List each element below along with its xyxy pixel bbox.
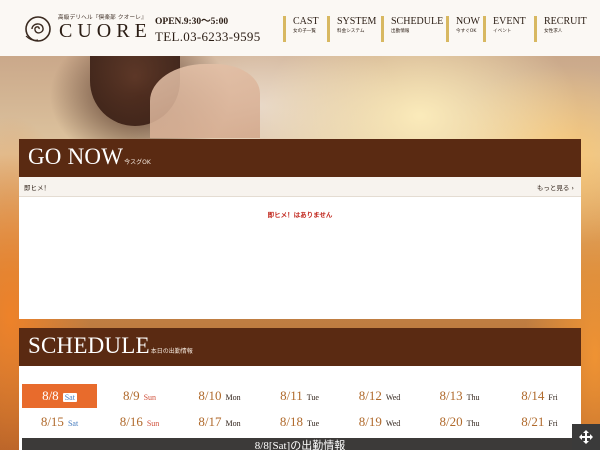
nav-item-now[interactable]: NOW 今すぐOK — [446, 16, 480, 42]
nav-label: SYSTEM — [337, 16, 377, 27]
date-tab-8-17[interactable]: 8/17 Mon — [182, 410, 257, 434]
date-label: 8/20 — [439, 414, 463, 429]
empty-message: 即ヒメ！はありません — [267, 211, 333, 219]
weekday-label: Thu — [466, 393, 480, 402]
date-label: 8/21 — [521, 414, 545, 429]
weekday-label: Fri — [548, 393, 558, 402]
schedule-info-bar: 8/8[Sat]の出勤情報 — [22, 438, 578, 450]
date-tab-8-8[interactable]: 8/8 Sat — [22, 384, 97, 408]
logo-name: CUORE — [59, 20, 152, 42]
nav-label: EVENT — [493, 16, 526, 27]
opening-hours: OPEN.9:30〜5:00 — [155, 17, 229, 27]
go-now-title-text: GO NOW — [28, 144, 124, 169]
more-link[interactable]: もっと見る › — [537, 182, 574, 192]
date-tab-8-16[interactable]: 8/16 Sun — [102, 410, 177, 434]
nav-item-cast[interactable]: CAST 女の子一覧 — [283, 16, 319, 42]
sokuhime-bar: 即ヒメ！ もっと見る › — [19, 177, 581, 197]
go-now-header: GO NOW今スグOK — [19, 139, 581, 177]
date-tab-8-18[interactable]: 8/18 Tue — [262, 410, 337, 434]
nav-sublabel: 女性求人 — [544, 29, 563, 34]
schedule-header: SCHEDULE本日の出勤情報 — [19, 328, 581, 366]
date-label: 8/10 — [198, 388, 222, 403]
nav-sublabel: 料金システム — [337, 29, 365, 34]
date-tab-8-10[interactable]: 8/10 Mon — [182, 384, 257, 408]
phone-number[interactable]: TEL.03-6233-9595 — [155, 29, 261, 45]
date-tab-8-14[interactable]: 8/14 Fri — [502, 384, 577, 408]
schedule-title: SCHEDULE本日の出勤情報 — [28, 333, 193, 359]
nav-label: RECRUIT — [544, 16, 587, 27]
nav-label: NOW — [456, 16, 480, 27]
weekday-label: Fri — [548, 419, 558, 428]
sokuhime-label: 即ヒメ！ — [24, 184, 50, 192]
nav-label: SCHEDULE — [391, 16, 444, 27]
nav-sublabel: イベント — [493, 29, 512, 34]
date-tab-8-13[interactable]: 8/13 Thu — [422, 384, 497, 408]
go-now-subtitle: 今スグOK — [124, 159, 151, 166]
schedule-panel: SCHEDULE本日の出勤情報 8/8 Sat 8/9 Sun 8/10 Mon 8/… — [19, 328, 581, 450]
weekday-label: Mon — [225, 419, 241, 428]
nav-item-system[interactable]: SYSTEM 料金システム — [327, 16, 376, 42]
date-label: 8/13 — [439, 388, 463, 403]
schedule-subtitle: 本日の出勤情報 — [150, 348, 193, 355]
hero-photo-shoulder — [150, 64, 260, 138]
date-tab-8-20[interactable]: 8/20 Thu — [422, 410, 497, 434]
site-header: 高級デリヘル『倶楽部 クオーレ』 CUORE OPEN.9:30〜5:00 TE… — [0, 0, 600, 56]
date-tab-8-12[interactable]: 8/12 Wed — [342, 384, 417, 408]
schedule-title-text: SCHEDULE — [28, 333, 150, 358]
date-tab-8-15[interactable]: 8/15 Sat — [22, 410, 97, 434]
date-tab-8-9[interactable]: 8/9 Sun — [102, 384, 177, 408]
nav-label: CAST — [293, 16, 319, 27]
nav-item-schedule[interactable]: SCHEDULE 出勤情報 — [381, 16, 443, 42]
go-now-title: GO NOW今スグOK — [28, 144, 151, 170]
date-label: 8/19 — [358, 414, 382, 429]
date-label: 8/11 — [280, 388, 303, 403]
weekday-label: Tue — [306, 419, 320, 428]
date-tab-8-11[interactable]: 8/11 Tue — [262, 384, 337, 408]
date-label: 8/8 — [42, 388, 59, 403]
weekday-label: Sat — [62, 393, 77, 402]
back-to-top-button[interactable] — [572, 424, 600, 450]
date-label: 8/18 — [279, 414, 303, 429]
date-label: 8/14 — [521, 388, 545, 403]
date-tab-8-19[interactable]: 8/19 Wed — [342, 410, 417, 434]
nav-sublabel: 今すぐOK — [456, 29, 477, 34]
date-tab-8-21[interactable]: 8/21 Fri — [502, 410, 577, 434]
date-label: 8/9 — [122, 388, 140, 403]
date-label: 8/12 — [358, 388, 382, 403]
arrows-move-icon — [579, 430, 593, 444]
weekday-label: Mon — [225, 393, 241, 402]
nav-sublabel: 女の子一覧 — [293, 29, 316, 34]
weekday-label: Tue — [306, 393, 319, 402]
weekday-label: Wed — [385, 419, 401, 428]
date-label: 8/15 — [40, 414, 64, 429]
weekday-label: Wed — [385, 393, 401, 402]
nav-item-recruit[interactable]: RECRUIT 女性求人 — [534, 16, 587, 42]
weekday-label: Sat — [67, 419, 79, 428]
logo[interactable]: 高級デリヘル『倶楽部 クオーレ』 CUORE — [22, 12, 152, 48]
weekday-label: Thu — [466, 419, 480, 428]
weekday-label: Sun — [143, 393, 157, 402]
date-label: 8/17 — [198, 414, 222, 429]
nav-item-event[interactable]: EVENT イベント — [483, 16, 526, 42]
date-label: 8/16 — [119, 414, 143, 429]
rose-emblem-icon — [25, 16, 51, 42]
weekday-label: Sun — [146, 419, 160, 428]
go-now-panel: GO NOW今スグOK 即ヒメ！ もっと見る › 即ヒメ！はありません — [19, 139, 581, 319]
nav-sublabel: 出勤情報 — [391, 29, 410, 34]
